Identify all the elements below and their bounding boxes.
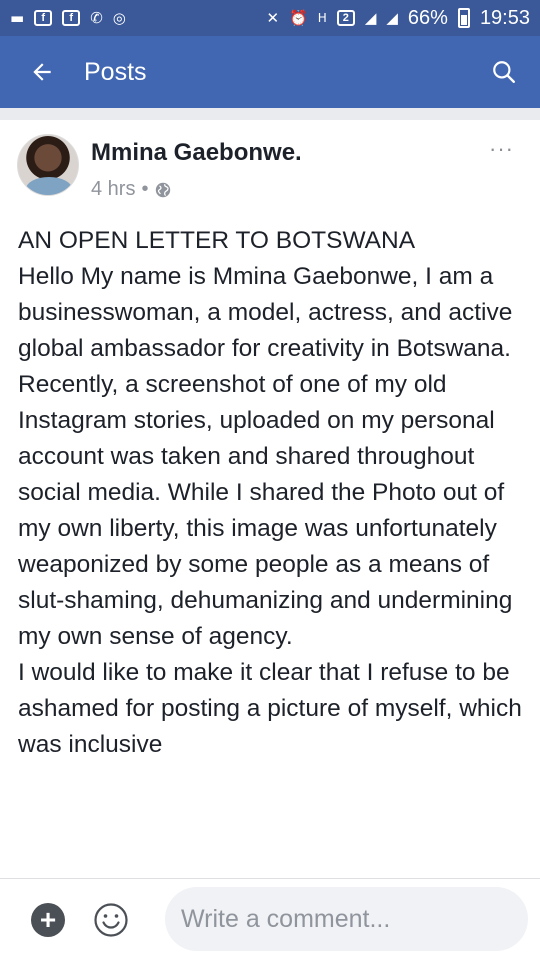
arrow-left-icon <box>33 63 51 81</box>
add-attachment-button[interactable]: + <box>31 903 65 937</box>
app-bar: Posts <box>0 36 540 108</box>
smiley-icon <box>94 903 128 937</box>
meta-separator: • <box>141 178 149 200</box>
back-button[interactable] <box>0 36 84 108</box>
mute-icon: ✕ <box>266 8 280 27</box>
emoji-button[interactable] <box>93 902 129 938</box>
search-button[interactable] <box>468 36 540 108</box>
sim-badge: 2 <box>336 10 355 26</box>
post-text: AN OPEN LETTER TO BOTSWANA Hello My name… <box>18 227 522 758</box>
whatsapp-icon: ✆ <box>90 8 103 27</box>
avatar[interactable] <box>17 134 79 196</box>
globe-icon <box>154 181 172 199</box>
post-meta: 4 hrs • <box>91 178 172 201</box>
alarm-icon: ⏰ <box>289 8 308 27</box>
comment-input[interactable] <box>165 887 528 951</box>
sync-icon: ◎ <box>112 8 126 27</box>
facebook-icon: f <box>34 10 53 26</box>
status-bar-system: ✕ ⏰ H 2 ◢ ◢ 66% 19:53 <box>267 7 530 30</box>
signal-icon: ◢ <box>364 8 377 27</box>
status-bar-notifications: ▬ f f ✆ ◎ <box>10 10 126 26</box>
battery-icon <box>457 8 470 28</box>
page-title: Posts <box>84 57 147 86</box>
messages-icon: ▬ <box>10 8 25 27</box>
more-options-button[interactable]: ··· <box>489 138 514 160</box>
author-name[interactable]: Mmina Gaebonwe. <box>91 139 302 167</box>
network-type: H <box>317 11 327 25</box>
status-bar: ▬ f f ✆ ◎ ✕ ⏰ H 2 ◢ ◢ 66% 19:53 <box>0 0 540 36</box>
battery-percentage: 66% <box>407 6 448 29</box>
comment-bar: + <box>0 878 540 960</box>
post-card: Mmina Gaebonwe. 4 hrs • ··· AN OPEN LETT… <box>0 120 540 878</box>
signal-icon: ◢ <box>386 8 398 27</box>
clock: 19:53 <box>479 6 530 29</box>
post-time[interactable]: 4 hrs <box>91 178 135 201</box>
search-icon <box>493 61 515 83</box>
facebook-icon: f <box>62 10 81 26</box>
post-header: Mmina Gaebonwe. 4 hrs • ··· <box>0 120 540 216</box>
avatar-shoulders <box>26 177 72 195</box>
